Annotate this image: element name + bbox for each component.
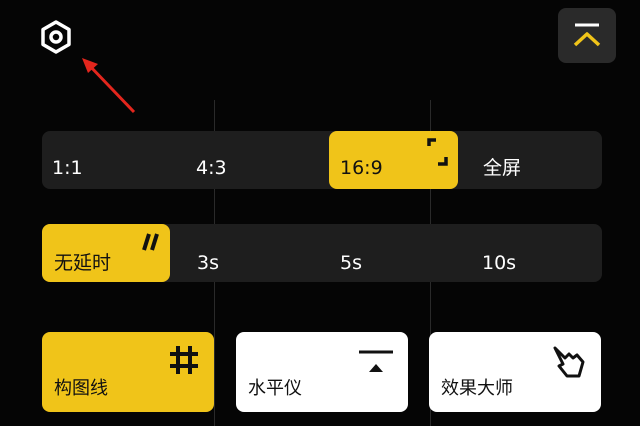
tool-composition-grid[interactable]: 构图线 — [42, 332, 214, 412]
timer-option-10s[interactable]: 10s — [482, 254, 516, 273]
grid-hash-icon — [170, 346, 198, 374]
level-icon — [359, 350, 393, 372]
aspect-option-fullscreen[interactable]: 全屏 — [483, 159, 521, 178]
chevron-up-bar-icon — [573, 23, 601, 46]
timer-selector: 无延时 3s 5s 10s — [42, 224, 602, 282]
tool-label: 水平仪 — [248, 378, 302, 399]
collapse-panel-button[interactable] — [558, 8, 616, 63]
aspect-option-1-1[interactable]: 1:1 — [52, 159, 83, 178]
timer-option-no-delay-selected[interactable]: 无延时 — [42, 224, 170, 282]
settings-button[interactable] — [36, 18, 76, 56]
timer-option-3s[interactable]: 3s — [197, 254, 219, 273]
tool-label: 构图线 — [54, 378, 108, 399]
tool-level[interactable]: 水平仪 — [236, 332, 408, 412]
timer-option-5s[interactable]: 5s — [340, 254, 362, 273]
aspect-option-16-9-selected[interactable]: 16:9 — [329, 131, 458, 189]
red-arrow-annotation — [82, 58, 136, 114]
tool-label: 效果大师 — [441, 378, 513, 399]
aspect-ratio-selector: 1:1 4:3 16:9 全屏 — [42, 131, 602, 189]
hand-pointer-icon — [553, 346, 585, 378]
timer-option-label: 无延时 — [54, 251, 112, 274]
double-slash-icon — [142, 233, 159, 251]
fullscreen-corners-icon — [427, 138, 448, 166]
aspect-option-label: 16:9 — [340, 157, 383, 179]
hexagon-settings-icon — [41, 20, 71, 54]
tool-effects-master[interactable]: 效果大师 — [429, 332, 601, 412]
aspect-option-4-3[interactable]: 4:3 — [196, 159, 227, 178]
